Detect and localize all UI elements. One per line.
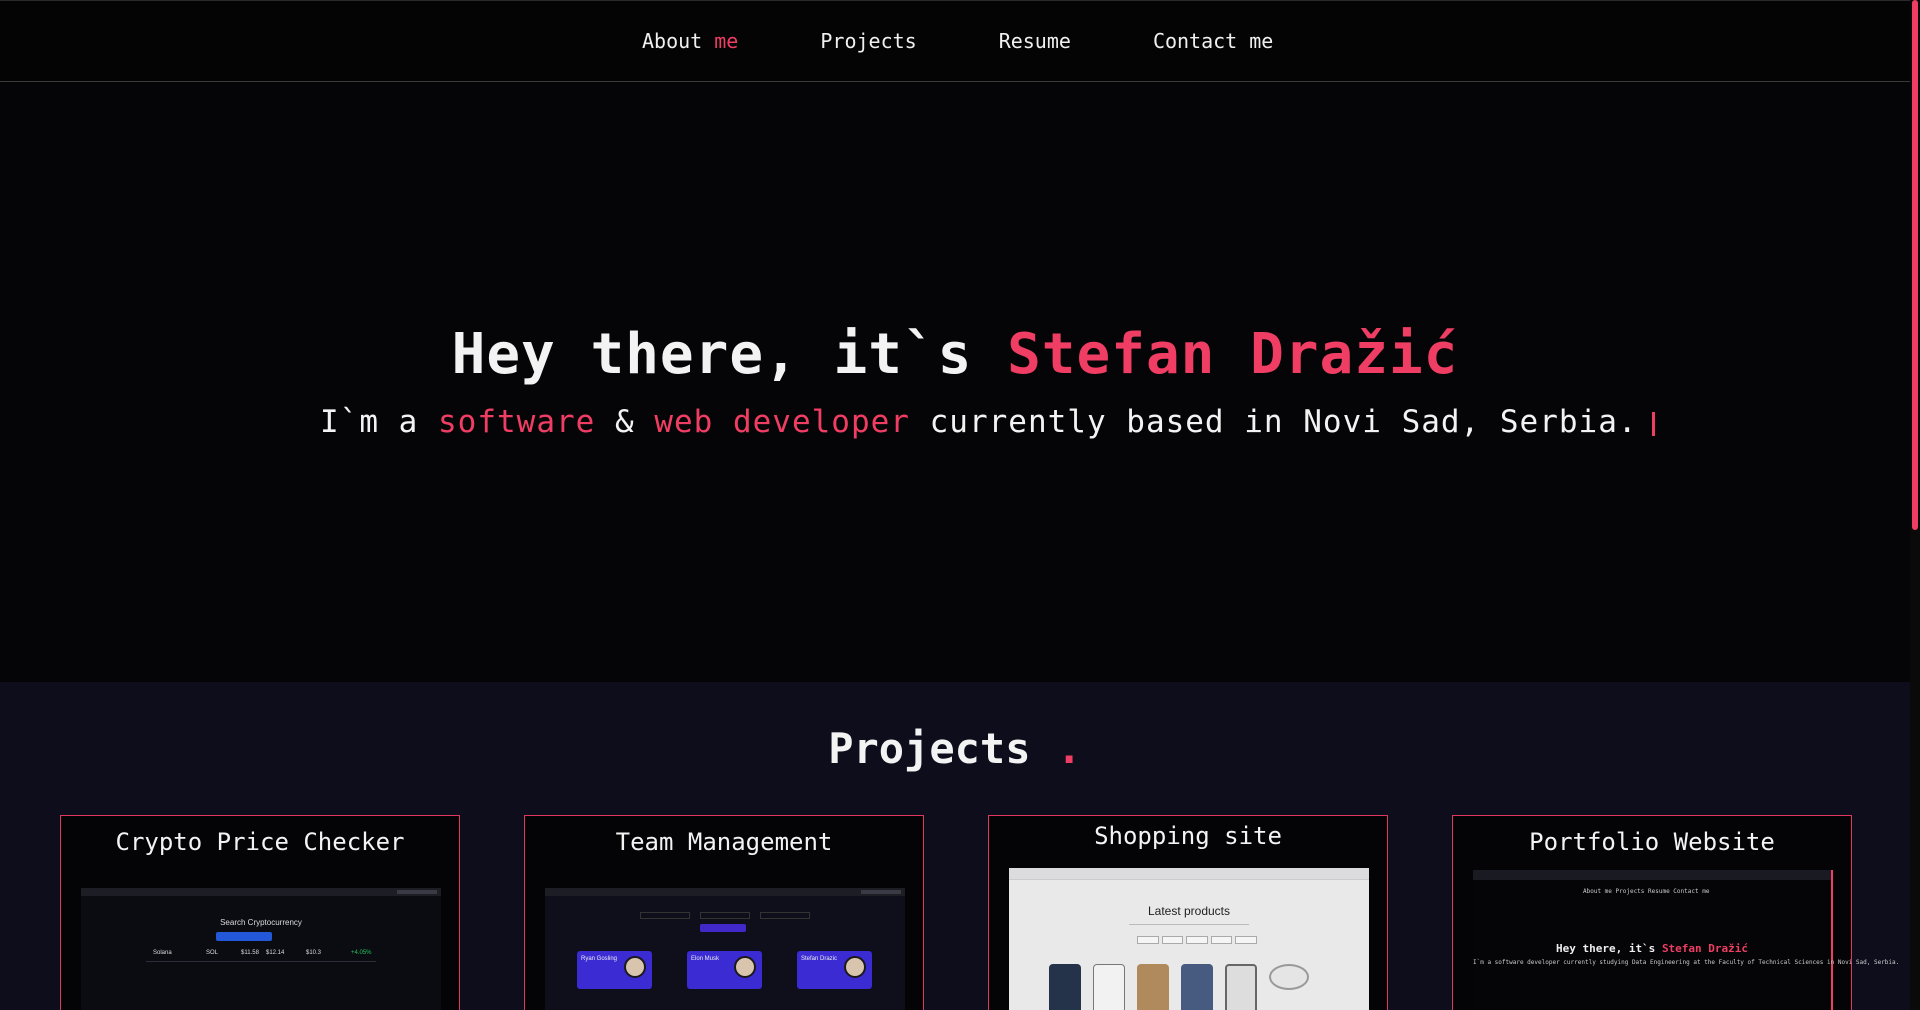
thumb-product-image (1093, 964, 1125, 1010)
thumb-cell: $12.14 (266, 950, 285, 956)
thumb-input (640, 912, 690, 919)
browser-controls (397, 890, 437, 894)
project-card-title: Shopping site (1094, 822, 1282, 850)
thumb-input (700, 912, 750, 919)
thumb-member-name: Elon Musk (691, 956, 720, 962)
project-card-title: Portfolio Website (1529, 828, 1775, 856)
nav-links: About me Projects Resume Contact me (642, 29, 1273, 53)
nav-about-accent: me (714, 29, 739, 53)
thumb-title-prefix: Hey there, it`s (1555, 942, 1656, 955)
project-card-crypto[interactable]: Crypto Price Checker Search Cryptocurren… (60, 815, 460, 1010)
project-thumbnail: Ryan Gosling Elon Musk Stefan Drazic (545, 888, 905, 1010)
page-scrollbar[interactable] (1910, 0, 1920, 1010)
thumb-cell: $11.58 (241, 950, 259, 956)
projects-heading-text: Projects (828, 724, 1031, 773)
thumb-cell: +4.05% (351, 950, 372, 956)
thumb-title-name: Stefan Dražić (1661, 942, 1749, 955)
hero-title: Hey there, it`s Stefan Dražić (0, 322, 1910, 387)
browser-bar (545, 888, 905, 896)
project-card-team[interactable]: Team Management Ryan Gosling Elon Musk S… (524, 815, 924, 1010)
thumb-product-image (1137, 964, 1169, 1010)
project-card-shopping[interactable]: Shopping site Latest products (988, 815, 1388, 1010)
thumb-inputs (640, 912, 810, 920)
hero-sub-web-developer: web developer (654, 404, 910, 440)
thumb-cell: $10.3 (306, 950, 322, 956)
hero-title-name: Stefan Dražić (1007, 322, 1459, 387)
thumb-heading: Latest products (1147, 904, 1231, 918)
nav-projects-link[interactable]: Projects (820, 29, 916, 53)
thumb-nav-links: About me Projects Resume Contact me (1583, 888, 1710, 895)
project-card-title: Crypto Price Checker (115, 828, 405, 856)
nav-resume-link[interactable]: Resume (999, 29, 1071, 53)
thumb-product-image (1181, 964, 1213, 1010)
thumb-member-card: Ryan Gosling (577, 951, 652, 989)
avatar (624, 956, 646, 978)
browser-bar (1473, 870, 1831, 880)
avatar (844, 956, 866, 978)
thumb-title: Hey there, it`s Stefan Dražić (1473, 942, 1831, 955)
project-thumbnail: Search Cryptocurrency Solana SOL $11.58 … (81, 888, 441, 1010)
nav-contact-link[interactable]: Contact me (1153, 29, 1273, 53)
project-thumbnail: About me Projects Resume Contact me Hey … (1473, 870, 1900, 1010)
thumb-product-image (1269, 964, 1309, 990)
browser-bar (81, 888, 441, 896)
thumb-member-name: Ryan Gosling (581, 956, 618, 962)
typing-caret (1651, 411, 1655, 436)
hero-subtitle: I`m a software & web developer currently… (320, 404, 1655, 440)
top-navigation: About me Projects Resume Contact me (0, 0, 1910, 82)
thumb-row-line (146, 961, 376, 963)
hero-sub-software: software (438, 404, 596, 440)
thumb-member-card: Stefan Drazic (797, 951, 872, 989)
thumb-add-button (700, 924, 746, 932)
thumb-divider (1129, 924, 1249, 925)
thumb-cell: SOL (206, 950, 219, 956)
thumb-filters (1137, 936, 1257, 944)
thumb-subtitle: I`m a software developer currently study… (1473, 959, 1900, 966)
nav-about-label: About (642, 29, 703, 53)
hero-sub-location: currently based in Novi Sad, Serbia. (929, 404, 1638, 440)
project-card-title: Team Management (615, 828, 833, 856)
thumb-product-image (1049, 964, 1081, 1010)
thumb-cell: Solana (153, 950, 172, 956)
project-thumbnail: Latest products (1009, 868, 1369, 1010)
thumb-member-card: Elon Musk (687, 951, 762, 989)
thumb-heading: Search Cryptocurrency (220, 918, 302, 927)
hero-section: Hey there, it`s Stefan Dražić I`m a soft… (0, 82, 1910, 682)
scrollbar-thumb[interactable] (1912, 0, 1918, 530)
thumb-search-button (216, 932, 272, 941)
browser-bar (1009, 868, 1369, 880)
projects-heading: Projects. (0, 724, 1910, 773)
hero-title-prefix: Hey there, it`s (451, 322, 973, 387)
thumb-product-image (1225, 964, 1257, 1010)
projects-section: Projects. Crypto Price Checker Search Cr… (0, 682, 1910, 1010)
hero-sub-part-1: I`m a (320, 404, 419, 440)
avatar (734, 956, 756, 978)
projects-heading-dot: . (1056, 724, 1082, 773)
nav-about-link[interactable]: About me (642, 29, 738, 53)
browser-controls (861, 890, 901, 894)
hero-sub-amp: & (614, 404, 635, 440)
thumb-input (760, 912, 810, 919)
project-card-portfolio[interactable]: Portfolio Website About me Projects Resu… (1452, 815, 1900, 1010)
thumb-member-name: Stefan Drazic (801, 956, 838, 962)
